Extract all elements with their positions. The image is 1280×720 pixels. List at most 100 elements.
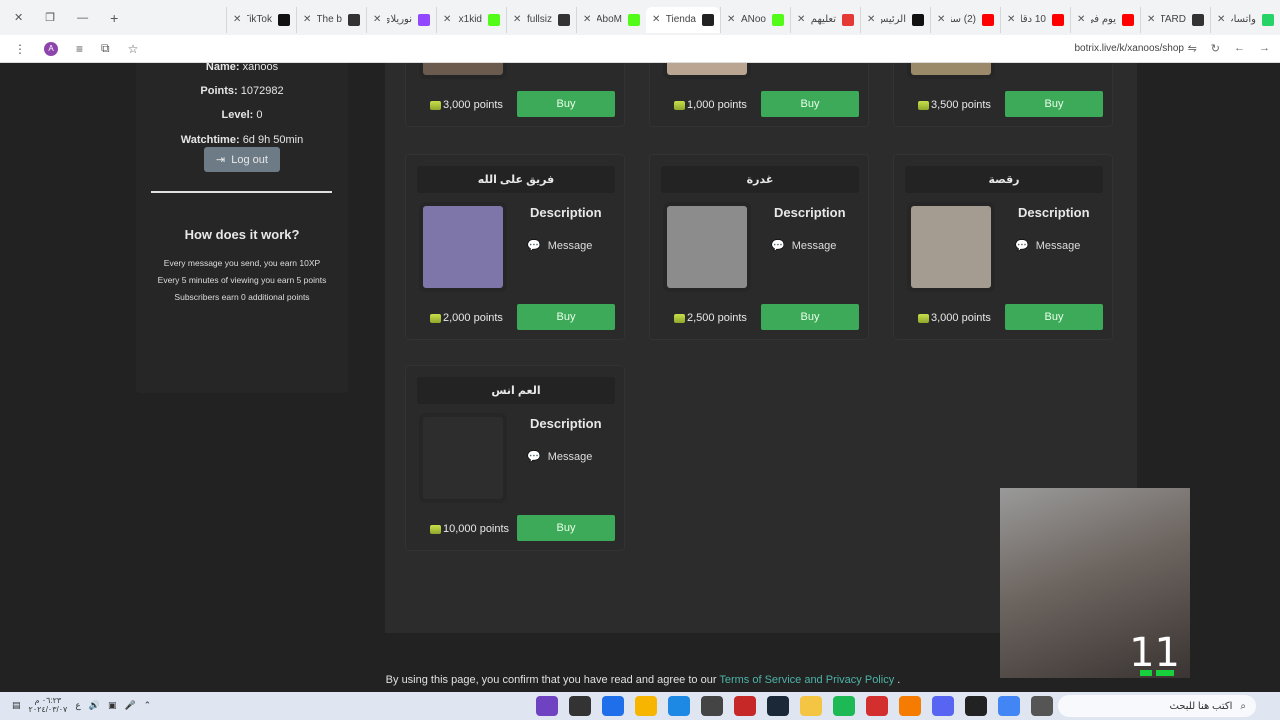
logout-button[interactable]: ⇥ Log out <box>204 147 280 172</box>
new-tab-icon[interactable]: + <box>110 10 118 26</box>
tab-favicon-icon <box>348 13 360 26</box>
tab-close-icon[interactable]: ✕ <box>1077 14 1085 25</box>
item-title: رقصة <box>905 166 1103 193</box>
tray-expand-icon[interactable]: ⌃ <box>144 700 152 711</box>
chat-bubble-icon: 💬 <box>1015 240 1029 252</box>
tab-title: fullsiz <box>527 14 552 25</box>
tab-close-icon[interactable]: ✕ <box>513 14 521 25</box>
user-points: Points: 1072982 <box>200 85 284 97</box>
browser-tab[interactable]: (2) سنا ✕ <box>930 6 1000 33</box>
shop-item-card: غدرة Description 💬 Message 2,500 points Buy <box>649 154 869 340</box>
bookmark-star-icon[interactable]: ☆ <box>128 42 139 56</box>
tab-close-icon[interactable]: ✕ <box>652 14 660 25</box>
tab-favicon-icon <box>772 13 784 26</box>
chat-bubble-icon: 💬 <box>771 240 785 252</box>
tab-favicon-icon <box>628 13 640 26</box>
browser-tab[interactable]: واتساب ✕ <box>1210 6 1280 33</box>
notifications-icon[interactable]: ▤ <box>12 700 21 711</box>
app-icon[interactable] <box>932 696 954 716</box>
file-explorer-icon[interactable] <box>800 696 822 716</box>
tab-close-icon[interactable]: ✕ <box>727 14 735 25</box>
browser-tab[interactable]: AboM ✕ <box>576 6 646 33</box>
buy-button[interactable]: Buy <box>761 91 859 117</box>
media-app-icon[interactable] <box>569 696 591 716</box>
item-description-label: Description <box>530 416 602 431</box>
buy-button[interactable]: Buy <box>517 515 615 541</box>
volume-icon[interactable]: 🔊 <box>89 700 100 711</box>
tab-close-icon[interactable]: ✕ <box>797 14 805 25</box>
tab-close-icon[interactable]: ✕ <box>937 14 945 25</box>
browser-tab[interactable]: fullsiz ✕ <box>506 6 576 33</box>
video-editor-icon[interactable] <box>734 696 756 716</box>
browser-tab[interactable]: XANoo ✕ <box>720 6 790 33</box>
browser-tab[interactable]: The b ✕ <box>296 6 366 33</box>
tab-close-icon[interactable]: ✕ <box>1007 14 1015 25</box>
terms-link[interactable]: Terms of Service and Privacy Policy <box>719 674 894 686</box>
browser-tab[interactable]: تعليهم ✕ <box>790 6 860 33</box>
shop-item-card: Description💬Message1,000 pointsBuy <box>649 63 869 127</box>
edge-icon[interactable] <box>668 696 690 716</box>
browser-tab[interactable]: Tienda ✕ <box>646 6 720 33</box>
forward-icon[interactable]: → <box>1259 42 1270 55</box>
url-field[interactable]: botrix.live/k/xanoos/shop <box>1074 43 1184 54</box>
item-thumbnail <box>423 206 503 288</box>
tab-favicon-icon <box>278 13 290 26</box>
tab-close-icon[interactable]: ✕ <box>443 14 451 25</box>
app-icon[interactable] <box>899 696 921 716</box>
close-window-icon[interactable]: ✕ <box>14 11 23 24</box>
user-name: Name: xanoos <box>205 63 279 73</box>
tab-close-icon[interactable]: ✕ <box>867 14 875 25</box>
shop-item-card: فريق على الله Description 💬 Message 2,000 po… <box>405 154 625 340</box>
tab-title: TikTok <box>247 14 272 25</box>
reload-icon[interactable]: ↻ <box>1211 42 1220 55</box>
task-view-icon[interactable] <box>1031 696 1053 716</box>
chrome-icon[interactable] <box>998 696 1020 716</box>
media-controls-icon[interactable]: ≡ <box>76 42 83 56</box>
buy-button[interactable]: Buy <box>517 304 615 330</box>
item-price: 1,000 points <box>674 99 747 111</box>
app-icon[interactable] <box>701 696 723 716</box>
buy-button[interactable]: Buy <box>1005 304 1103 330</box>
app-icon[interactable] <box>635 696 657 716</box>
browser-tab[interactable]: يوم في ✕ <box>1070 6 1140 33</box>
discord-icon[interactable] <box>536 696 558 716</box>
browser-tab[interactable]: الرئيس ✕ <box>860 6 930 33</box>
site-settings-icon[interactable]: ⇋ <box>1188 42 1197 55</box>
buy-button[interactable]: Buy <box>1005 91 1103 117</box>
tab-close-icon[interactable]: ✕ <box>303 14 311 25</box>
tab-close-icon[interactable]: ✕ <box>373 14 381 25</box>
epic-games-icon[interactable] <box>965 696 987 716</box>
browser-tab[interactable]: STARD ✕ <box>1140 6 1210 33</box>
minimize-window-icon[interactable]: — <box>77 12 88 24</box>
tab-favicon-icon <box>1052 13 1064 26</box>
overlay-number: 11 <box>1129 630 1180 676</box>
clock[interactable]: ٠٦:٢٣ م ٢٠٢٤/٠٣/٠٧ <box>29 696 68 714</box>
browser-tab[interactable]: TikTok ✕ <box>226 6 296 33</box>
buy-button[interactable]: Buy <box>517 91 615 117</box>
tab-close-icon[interactable]: ✕ <box>583 14 591 25</box>
browser-tab[interactable]: x1kid ✕ <box>436 6 506 33</box>
microphone-icon[interactable]: 🎤 <box>124 700 135 711</box>
spotify-icon[interactable] <box>833 696 855 716</box>
item-price: 2,000 points <box>430 312 503 324</box>
profile-avatar[interactable]: A <box>44 41 58 56</box>
buy-button[interactable]: Buy <box>761 304 859 330</box>
taskbar-search[interactable]: اكتب هنا للبحث ⌕ <box>1058 695 1256 717</box>
app-icon[interactable] <box>602 696 624 716</box>
browser-tab[interactable]: نوريلاي ✕ <box>366 6 436 33</box>
tab-favicon-icon <box>982 13 994 26</box>
recorder-icon[interactable] <box>866 696 888 716</box>
tab-close-icon[interactable]: ✕ <box>1147 14 1155 25</box>
restore-window-icon[interactable]: ❐ <box>45 11 55 24</box>
network-icon[interactable]: ▣ <box>108 700 117 711</box>
back-icon[interactable]: ← <box>1234 42 1245 55</box>
browser-tab[interactable]: 10 دقا ✕ <box>1000 6 1070 33</box>
menu-dots-icon[interactable]: ⋮ <box>14 42 26 56</box>
coins-icon <box>430 524 441 534</box>
steam-icon[interactable] <box>767 696 789 716</box>
tab-close-icon[interactable]: ✕ <box>233 14 241 25</box>
extensions-icon[interactable]: ⧉ <box>101 41 110 56</box>
item-type: 💬 Message <box>527 450 593 464</box>
tab-close-icon[interactable]: ✕ <box>1217 14 1225 25</box>
language-indicator[interactable]: ع <box>75 700 80 711</box>
